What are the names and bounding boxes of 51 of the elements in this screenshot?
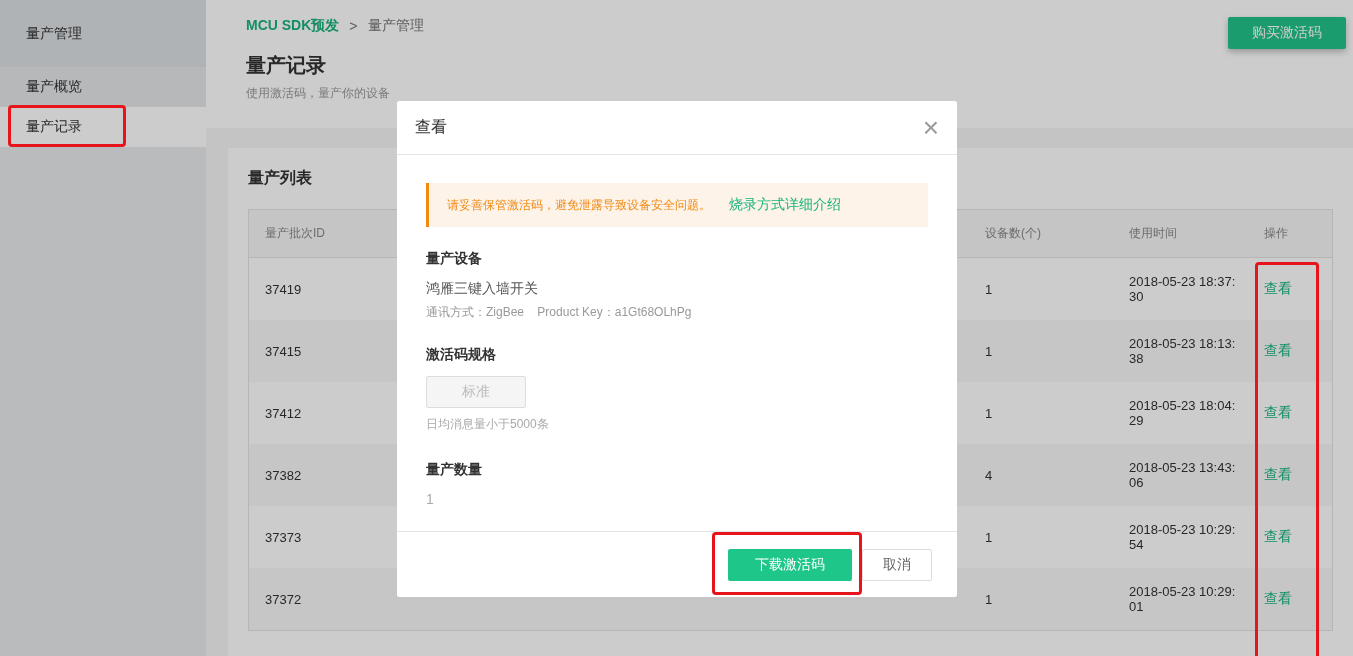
view-link[interactable]: 查看	[1264, 466, 1292, 482]
breadcrumb-link[interactable]: MCU SDK预发	[246, 17, 340, 35]
breadcrumb-separator: >	[349, 18, 358, 34]
dialog-title: 查看	[415, 117, 447, 137]
sidebar-item[interactable]: 量产记录	[0, 107, 206, 147]
table-cell-text: 2018-05-23 18:13:38	[1129, 336, 1237, 366]
table-cell: 37382	[265, 467, 302, 483]
cancel-button[interactable]: 取消	[862, 548, 932, 581]
close-button[interactable]: ×	[922, 113, 939, 142]
page-subtitle: 使用激活码，量产你的设备	[246, 85, 391, 102]
table-cell-text: 2018-05-23 18:04:29	[1129, 398, 1237, 428]
table-cell: 4	[985, 467, 993, 483]
table-cell: 37415	[265, 343, 302, 359]
breadcrumb-current: 量产管理	[367, 17, 424, 35]
table-cell-text: 2018-05-23 10:29:54	[1129, 522, 1237, 552]
view-link[interactable]: 查看	[1264, 280, 1292, 296]
section-label: 量产设备	[426, 250, 483, 268]
table-cell-text: 2018-05-23 13:43:06	[1129, 460, 1237, 490]
quantity-value: 1	[426, 491, 435, 507]
column-header: 设备数(个)	[985, 226, 1041, 240]
table-cell: 1	[985, 529, 993, 545]
view-link[interactable]: 查看	[1264, 404, 1292, 420]
table-cell-text: 2018-05-23 18:37:30	[1129, 274, 1237, 304]
card-title: 量产列表	[248, 168, 313, 188]
table-cell: 37412	[265, 405, 302, 421]
column-header: 使用时间	[1129, 226, 1177, 240]
page-title: 量产记录	[246, 53, 327, 78]
spec-hint: 日均消息量小于5000条	[426, 416, 550, 433]
device-meta: 通讯方式：ZigBee Product Key：a1Gt68OLhPg	[426, 304, 693, 321]
buy-button[interactable]: 购买激活码	[1228, 17, 1346, 49]
table-cell: 1	[985, 343, 993, 359]
column-header: 操作	[1264, 226, 1288, 240]
download-button[interactable]: 下载激活码	[728, 548, 852, 581]
table-cell: 37372	[265, 591, 302, 607]
table-cell: 37373	[265, 529, 302, 545]
table-cell-text: 2018-05-23 10:29:01	[1129, 584, 1237, 614]
section-label: 激活码规格	[426, 346, 497, 364]
column-header: 量产批次ID	[265, 226, 325, 240]
view-link[interactable]: 查看	[1264, 590, 1292, 606]
sidebar-title: 量产管理	[26, 24, 82, 43]
view-link[interactable]: 查看	[1264, 528, 1292, 544]
table-cell: 1	[985, 405, 993, 421]
view-link[interactable]: 查看	[1264, 342, 1292, 358]
table-cell: 1	[985, 281, 993, 297]
table-cell: 1	[985, 591, 993, 607]
device-name: 鸿雁三键入墙开关	[426, 280, 539, 298]
table-cell: 37419	[265, 281, 302, 297]
section-label: 量产数量	[426, 461, 483, 479]
sidebar-item[interactable]: 量产概览	[0, 67, 206, 107]
notice-text: 请妥善保管激活码，避免泄露导致设备安全问题。	[447, 196, 711, 214]
notice-link[interactable]: 烧录方式详细介绍	[729, 196, 841, 214]
